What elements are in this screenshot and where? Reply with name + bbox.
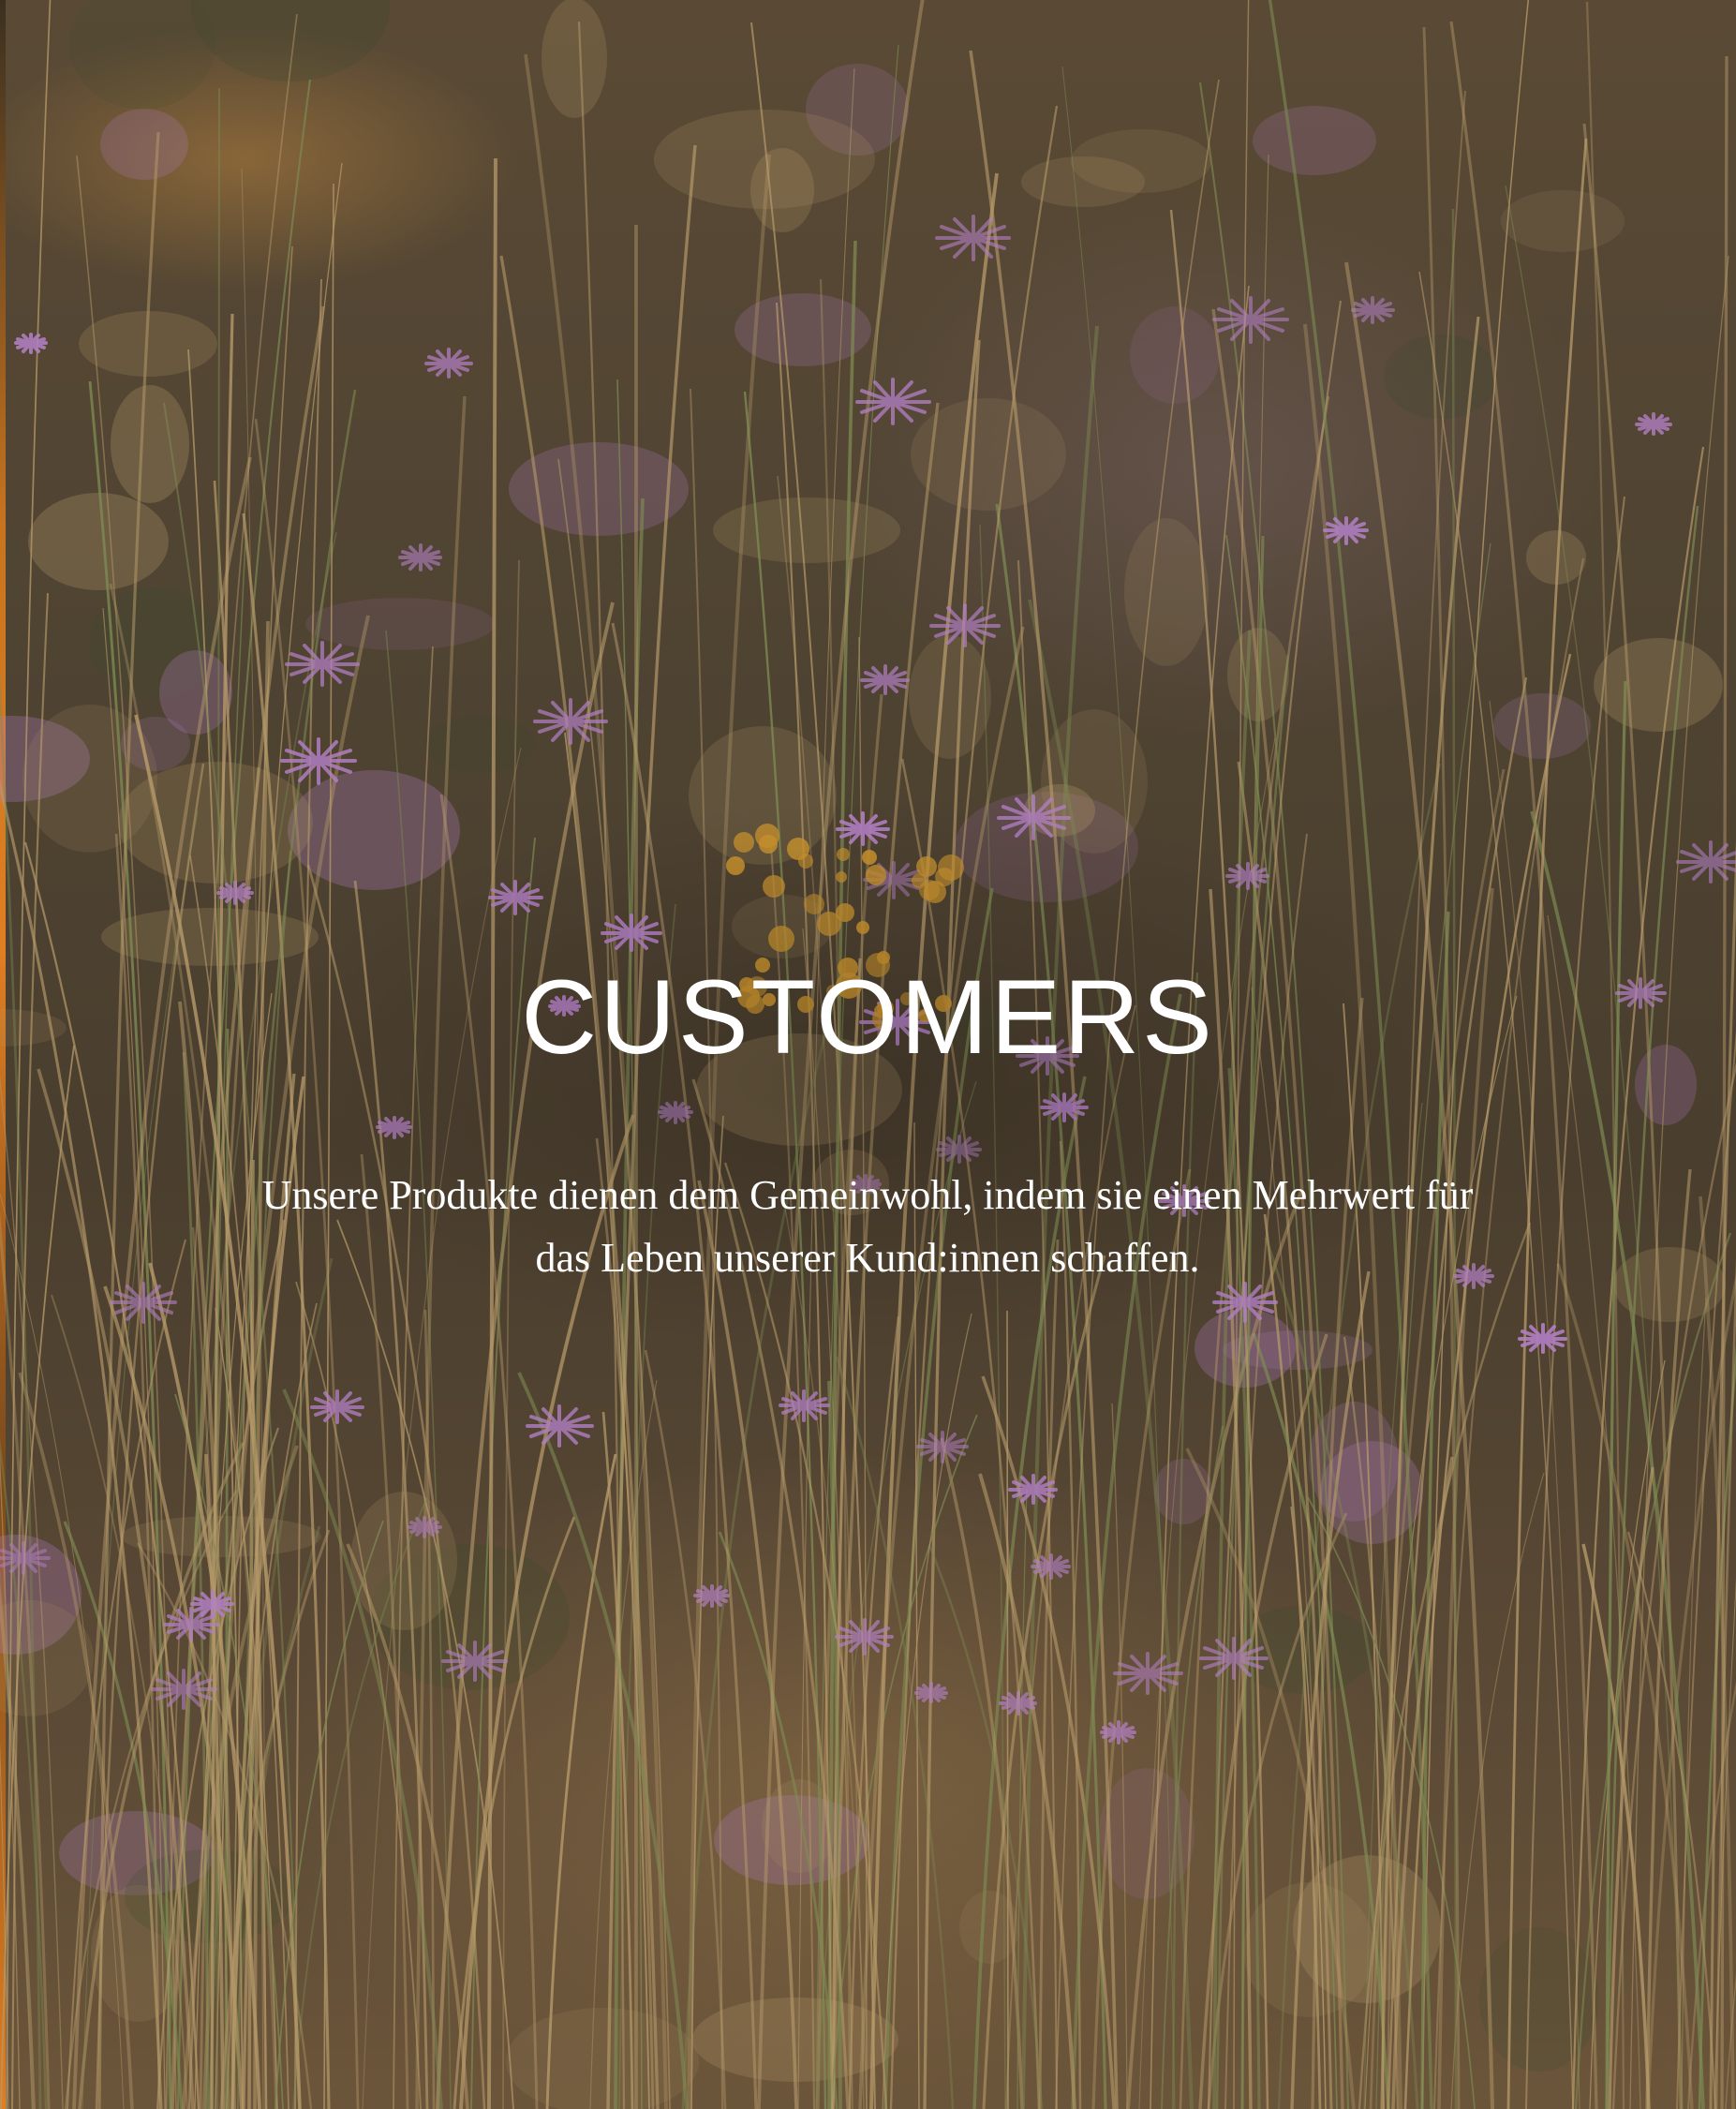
customers-section: CUSTOMERS Unsere Produkte dienen dem Gem… — [0, 0, 1736, 2109]
section-description: Unsere Produkte dienen dem Gemeinwohl, i… — [261, 1172, 1474, 1281]
section-title: CUSTOMERS — [521, 958, 1215, 1077]
